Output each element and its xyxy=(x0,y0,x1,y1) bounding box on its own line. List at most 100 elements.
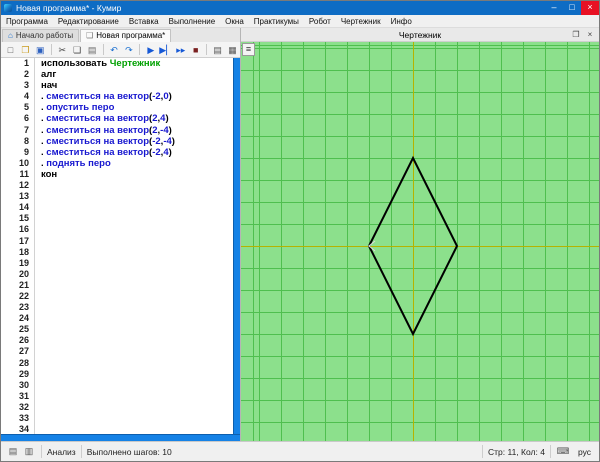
menu-item-5[interactable]: Окна xyxy=(220,15,249,28)
cursor-position: Стр: 11, Кол: 4 xyxy=(488,446,545,457)
stop-button[interactable]: ■ xyxy=(188,43,203,57)
line-number: 11 xyxy=(19,168,29,179)
menu-item-9[interactable]: Инфо xyxy=(386,15,417,28)
line-number: 7 xyxy=(23,124,29,135)
horizontal-scrollbar[interactable] xyxy=(1,434,240,441)
steps-counter: Выполнено шагов: 10 xyxy=(86,446,172,457)
statusbar-icons: ▤ ▥ xyxy=(6,446,36,457)
run-to-cursor-button[interactable]: ▸▸ xyxy=(173,43,188,57)
line-number: 5 xyxy=(23,102,29,113)
home-icon: ⌂ xyxy=(8,31,13,40)
layout-icon[interactable]: ▥ xyxy=(22,446,36,457)
menu-item-2[interactable]: Редактирование xyxy=(53,15,124,28)
redo-button[interactable]: ↷ xyxy=(121,43,136,57)
line-number: 20 xyxy=(18,268,29,279)
run-to-cursor-icon: ▸▸ xyxy=(176,44,186,55)
close-icon: × xyxy=(587,2,593,12)
vertical-scrollbar[interactable] xyxy=(233,58,240,434)
line-number: 12 xyxy=(18,180,29,191)
document-icon: ❑ xyxy=(86,31,94,40)
line-number: 29 xyxy=(18,368,29,379)
menu-item-3[interactable]: Вставка xyxy=(124,15,164,28)
drawer-menu-button[interactable]: ≡ xyxy=(242,43,255,56)
line-number: 30 xyxy=(18,379,29,390)
line-number: 17 xyxy=(18,235,29,246)
line-number: 16 xyxy=(18,224,29,235)
keyboard-layout: рус xyxy=(577,446,591,457)
copy-button[interactable]: ❏ xyxy=(70,43,85,57)
toolbar-separator xyxy=(50,44,52,55)
code-line: . сместиться на вектор(2,-4) xyxy=(41,124,172,136)
statusbar-separator xyxy=(482,445,484,458)
redo-icon: ↷ xyxy=(125,44,133,55)
code-line: . поднять перо xyxy=(41,157,111,169)
drawer-window: Чертежник ❐ × ≡ xyxy=(241,28,599,441)
code-line: . сместиться на вектор(2,4) xyxy=(41,113,169,125)
line-number: 18 xyxy=(18,246,29,257)
status-bar: ▤ ▥ Анализ Выполнено шагов: 10 Стр: 11, К… xyxy=(1,441,599,461)
minimize-icon: – xyxy=(551,2,557,12)
tab-1[interactable]: ⌂ Начало работы xyxy=(2,29,80,42)
line-number: 2 xyxy=(23,69,29,80)
drawer-canvas[interactable]: ≡ xyxy=(241,42,599,441)
code-line: . опустить перо xyxy=(41,102,115,114)
menu-item-6[interactable]: Практикумы xyxy=(249,15,304,28)
cut-button[interactable]: ✂ xyxy=(55,43,70,57)
line-number: 9 xyxy=(23,146,29,157)
code-line: нач xyxy=(41,80,58,92)
save-button[interactable]: ▣ xyxy=(33,43,48,57)
field-window-button[interactable]: ▦ xyxy=(225,43,240,57)
tab-bar: ⌂ Начало работы ❑ Новая программа* xyxy=(1,28,240,42)
menu-item-1[interactable]: Программа xyxy=(1,15,53,28)
float-icon: ❐ xyxy=(572,29,580,39)
maximize-icon: □ xyxy=(569,2,575,12)
run-step-button[interactable]: ▶▏ xyxy=(158,43,173,57)
drawer-title-bar[interactable]: Чертежник ❐ × xyxy=(241,28,599,42)
line-number: 31 xyxy=(18,390,29,401)
line-number: 13 xyxy=(18,191,29,202)
line-number: 25 xyxy=(18,324,29,335)
code-line: . сместиться на вектор(-2,-4) xyxy=(41,135,175,147)
run-button[interactable]: ▶ xyxy=(143,43,158,57)
menu-icon: ≡ xyxy=(245,44,252,54)
close-button[interactable]: × xyxy=(581,1,599,15)
keyboard-icon: ⌨ xyxy=(556,446,570,456)
window-controls: – □ × xyxy=(545,1,599,15)
tab-label: Новая программа* xyxy=(96,31,166,40)
toolbar: □ ❒ ▣ ✂ ❏ ▤ ↶ ↷ ▶ ▶▏ ▸▸ ■ ▤ ▦ xyxy=(1,42,240,58)
app-icon xyxy=(4,4,12,12)
menu-item-7[interactable]: Робот xyxy=(304,15,336,28)
code-line: кон xyxy=(41,168,58,180)
line-number: 22 xyxy=(18,290,29,301)
minimize-button[interactable]: – xyxy=(545,1,563,15)
line-number: 24 xyxy=(18,313,29,324)
code-area[interactable]: использовать Чертежник алг нач. сместиться… xyxy=(35,58,240,434)
drawer-close-button[interactable]: × xyxy=(583,29,597,42)
menu-item-8[interactable]: Чертежник xyxy=(336,15,386,28)
undo-button[interactable]: ↶ xyxy=(107,43,122,57)
menu-bar: Программа Редактирование Вставка Выполнение… xyxy=(1,15,599,28)
console-icon[interactable]: ▤ xyxy=(6,446,20,457)
analysis-status: Анализ xyxy=(47,446,76,457)
paste-button[interactable]: ▤ xyxy=(85,43,100,57)
code-editor[interactable]: 1 2 3 4 5 6 7 8 9 10 11 12 13 14 15 16 17 18 19 20 21 22 23 24 2… xyxy=(1,58,240,434)
line-number: 19 xyxy=(18,257,29,268)
maximize-button[interactable]: □ xyxy=(563,1,581,15)
line-number: 28 xyxy=(18,357,29,368)
toolbar-separator xyxy=(102,44,104,55)
float-button[interactable]: ❐ xyxy=(569,29,583,42)
line-number: 34 xyxy=(18,424,29,434)
line-number: 32 xyxy=(18,401,29,412)
run-step-icon: ▶▏ xyxy=(159,44,174,55)
open-folder-button[interactable]: ❒ xyxy=(18,43,33,57)
menu-item-4[interactable]: Выполнение xyxy=(164,15,221,28)
line-number: 8 xyxy=(23,135,29,146)
undo-icon: ↶ xyxy=(110,44,118,55)
code-line: использовать Чертежник xyxy=(41,58,161,69)
paste-icon: ▤ xyxy=(87,44,97,55)
tab-2[interactable]: ❑ Новая программа* xyxy=(80,29,172,42)
new-file-button[interactable]: □ xyxy=(3,43,18,57)
drawer-title: Чертежник xyxy=(398,29,442,40)
window-title: Новая программа* - Кумир xyxy=(16,3,122,13)
console-button[interactable]: ▤ xyxy=(210,43,225,57)
